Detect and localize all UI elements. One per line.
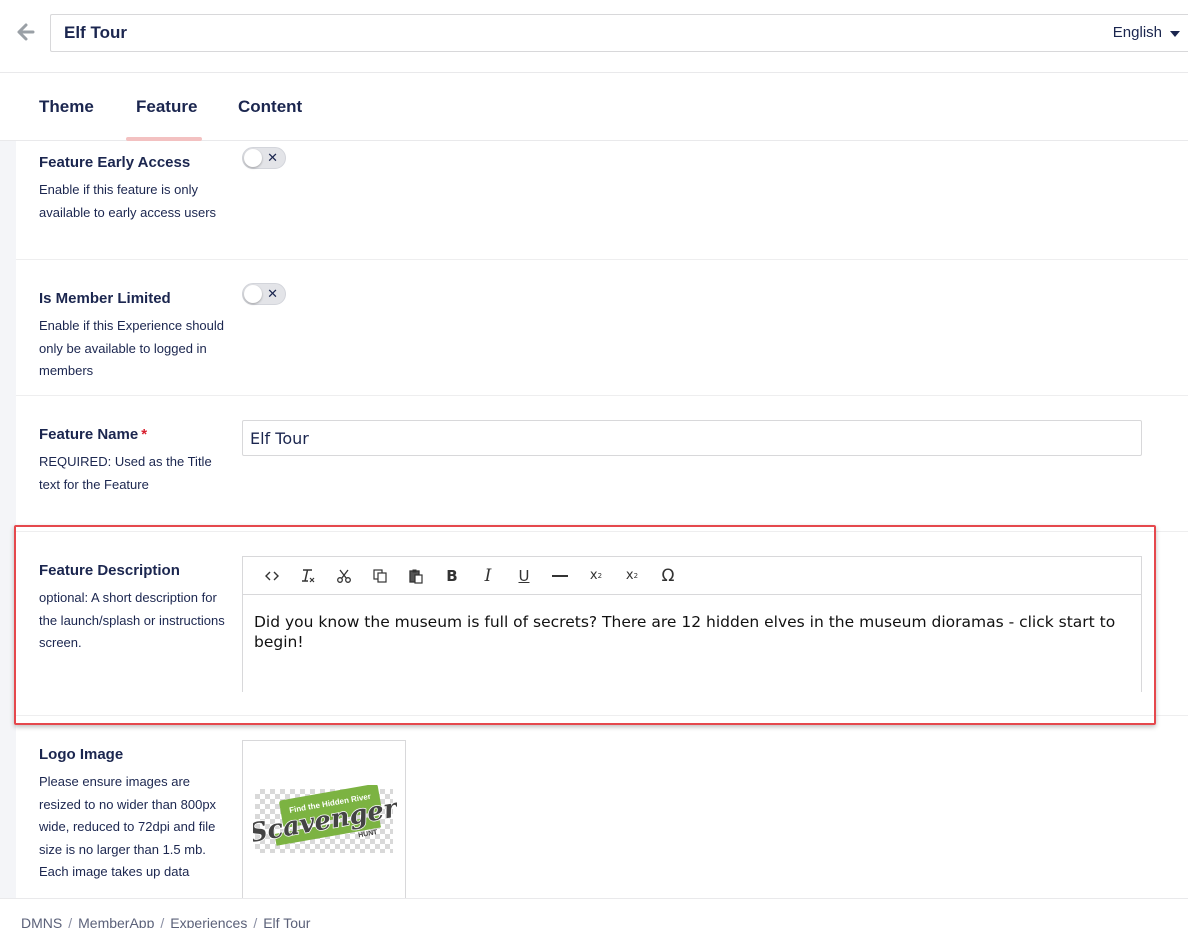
feature-name-label-text: Feature Name	[39, 426, 139, 443]
tab-theme[interactable]: Theme	[39, 97, 94, 117]
breadcrumb-item: Elf Tour	[263, 915, 311, 928]
language-label: English	[1112, 24, 1162, 41]
breadcrumb-item[interactable]: DMNS	[21, 915, 62, 928]
feature-name-help: REQUIRED: Used as the Title text for the…	[39, 454, 212, 492]
member-limited-label: Is Member Limited	[39, 290, 171, 307]
footer: DMNS / MemberApp / Experiences / Elf Tour	[0, 898, 1188, 928]
toggle-off-x-icon: ✕	[267, 150, 278, 165]
top-bar: Elf Tour English	[0, 0, 1188, 73]
back-arrow-icon[interactable]	[14, 20, 38, 44]
language-select[interactable]: English	[1113, 24, 1180, 41]
logo-image-label: Logo Image	[39, 746, 124, 763]
field-early-access: Feature Early Access Enable if this feat…	[16, 141, 1188, 260]
breadcrumb-item[interactable]: MemberApp	[78, 915, 154, 928]
title-bar: Elf Tour English	[50, 14, 1188, 52]
breadcrumb: DMNS / MemberApp / Experiences / Elf Tour	[21, 915, 310, 928]
breadcrumb-item[interactable]: Experiences	[170, 915, 247, 928]
logo-image-help: Please ensure images are resized to no w…	[39, 774, 217, 879]
feature-name-input[interactable]	[242, 420, 1142, 456]
tab-bar: Theme Feature Content	[0, 73, 1188, 141]
toggle-knob	[244, 285, 262, 303]
member-limited-toggle[interactable]: ✕	[242, 283, 286, 305]
feature-name-label: Feature Name *	[39, 426, 147, 443]
highlight-box	[14, 525, 1156, 725]
left-rail	[0, 141, 16, 898]
toggle-off-x-icon: ✕	[267, 286, 278, 301]
tab-feature[interactable]: Feature	[136, 97, 197, 117]
member-limited-help: Enable if this Experience should only be…	[39, 318, 225, 378]
field-logo-image: Logo Image Please ensure images are resi…	[16, 716, 1188, 928]
early-access-label: Feature Early Access	[39, 154, 191, 171]
field-feature-name: Feature Name * REQUIRED: Used as the Titl…	[16, 396, 1188, 532]
early-access-toggle[interactable]: ✕	[242, 147, 286, 169]
required-star: *	[141, 426, 148, 443]
scavenger-hunt-logo: Find the Hidden River Scavenger HUNT	[253, 785, 397, 850]
caret-down-icon	[1170, 30, 1180, 37]
page-title: Elf Tour	[64, 23, 127, 42]
field-member-limited: Is Member Limited Enable if this Experie…	[16, 260, 1188, 396]
toggle-knob	[244, 149, 262, 167]
tab-content[interactable]: Content	[238, 97, 302, 117]
early-access-help: Enable if this feature is only available…	[39, 182, 217, 220]
